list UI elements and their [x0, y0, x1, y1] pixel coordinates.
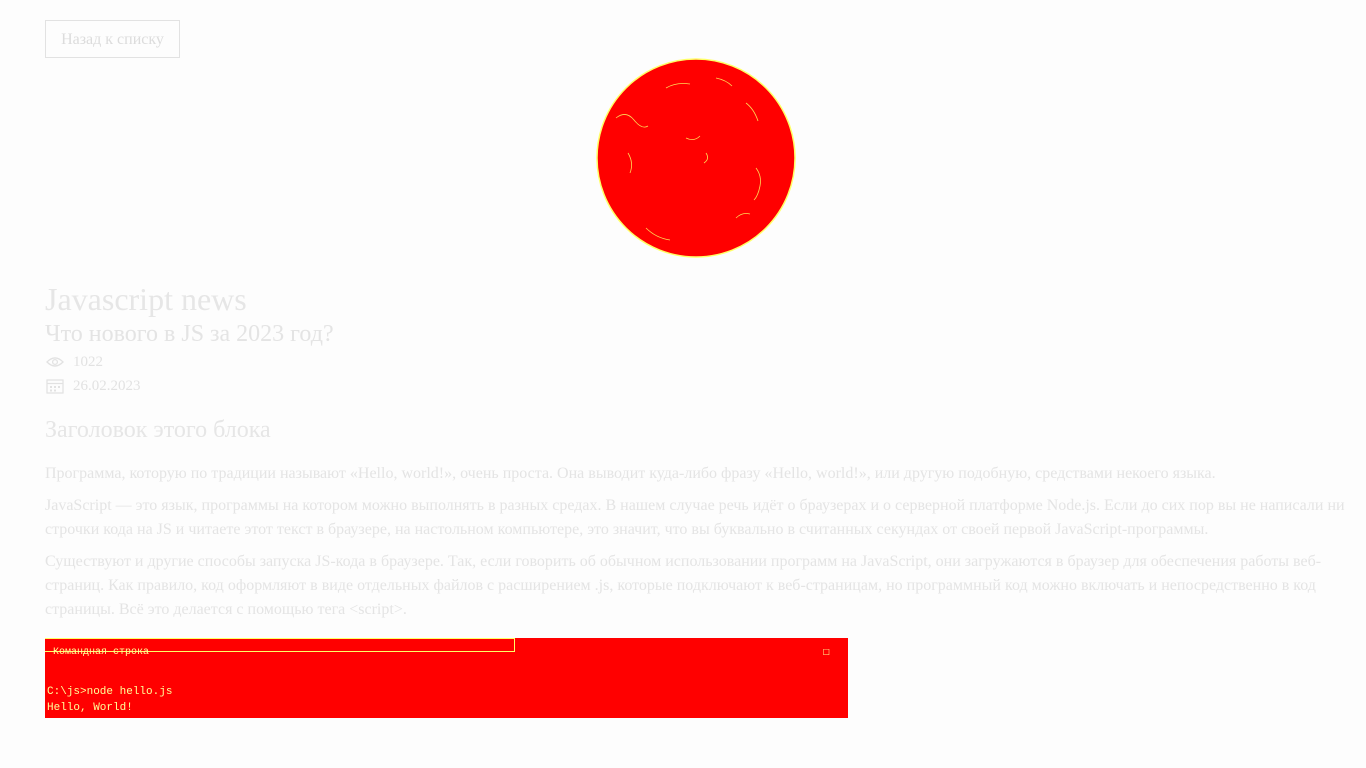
block-heading: Заголовок этого блока [45, 417, 271, 443]
calendar-icon [45, 378, 65, 394]
news-subtitle: Что нового в JS за 2023 год? [45, 321, 334, 347]
console-command-line: C:\js>node hello.js [47, 686, 173, 698]
close-icon: ☐ [822, 645, 830, 659]
console-screenshot-image: Командная строка ☐ C:\js>node hello.js H… [45, 638, 848, 718]
views-count: 1022 [73, 353, 103, 370]
article-paragraph: Существуют и другие способы запуска JS-к… [45, 553, 1322, 618]
red-circle-image [596, 58, 796, 258]
article-paragraph: Программа, которую по традиции называют … [45, 465, 1216, 482]
back-to-list-button[interactable]: Назад к списку [45, 20, 180, 58]
views-row: 1022 [45, 352, 103, 372]
news-article-page: Назад к списку Javascript news Что новог… [0, 0, 1366, 768]
date-row: 26.02.2023 [45, 376, 141, 396]
publish-date: 26.02.2023 [73, 377, 141, 394]
eye-icon [45, 354, 65, 370]
hero-image [596, 58, 796, 258]
article-paragraph: JavaScript — это язык, программы на кото… [45, 497, 1345, 538]
console-output-line: Hello, World! [47, 702, 133, 714]
console-window-title: Командная строка [53, 647, 150, 658]
news-title: Javascript news [45, 281, 247, 317]
